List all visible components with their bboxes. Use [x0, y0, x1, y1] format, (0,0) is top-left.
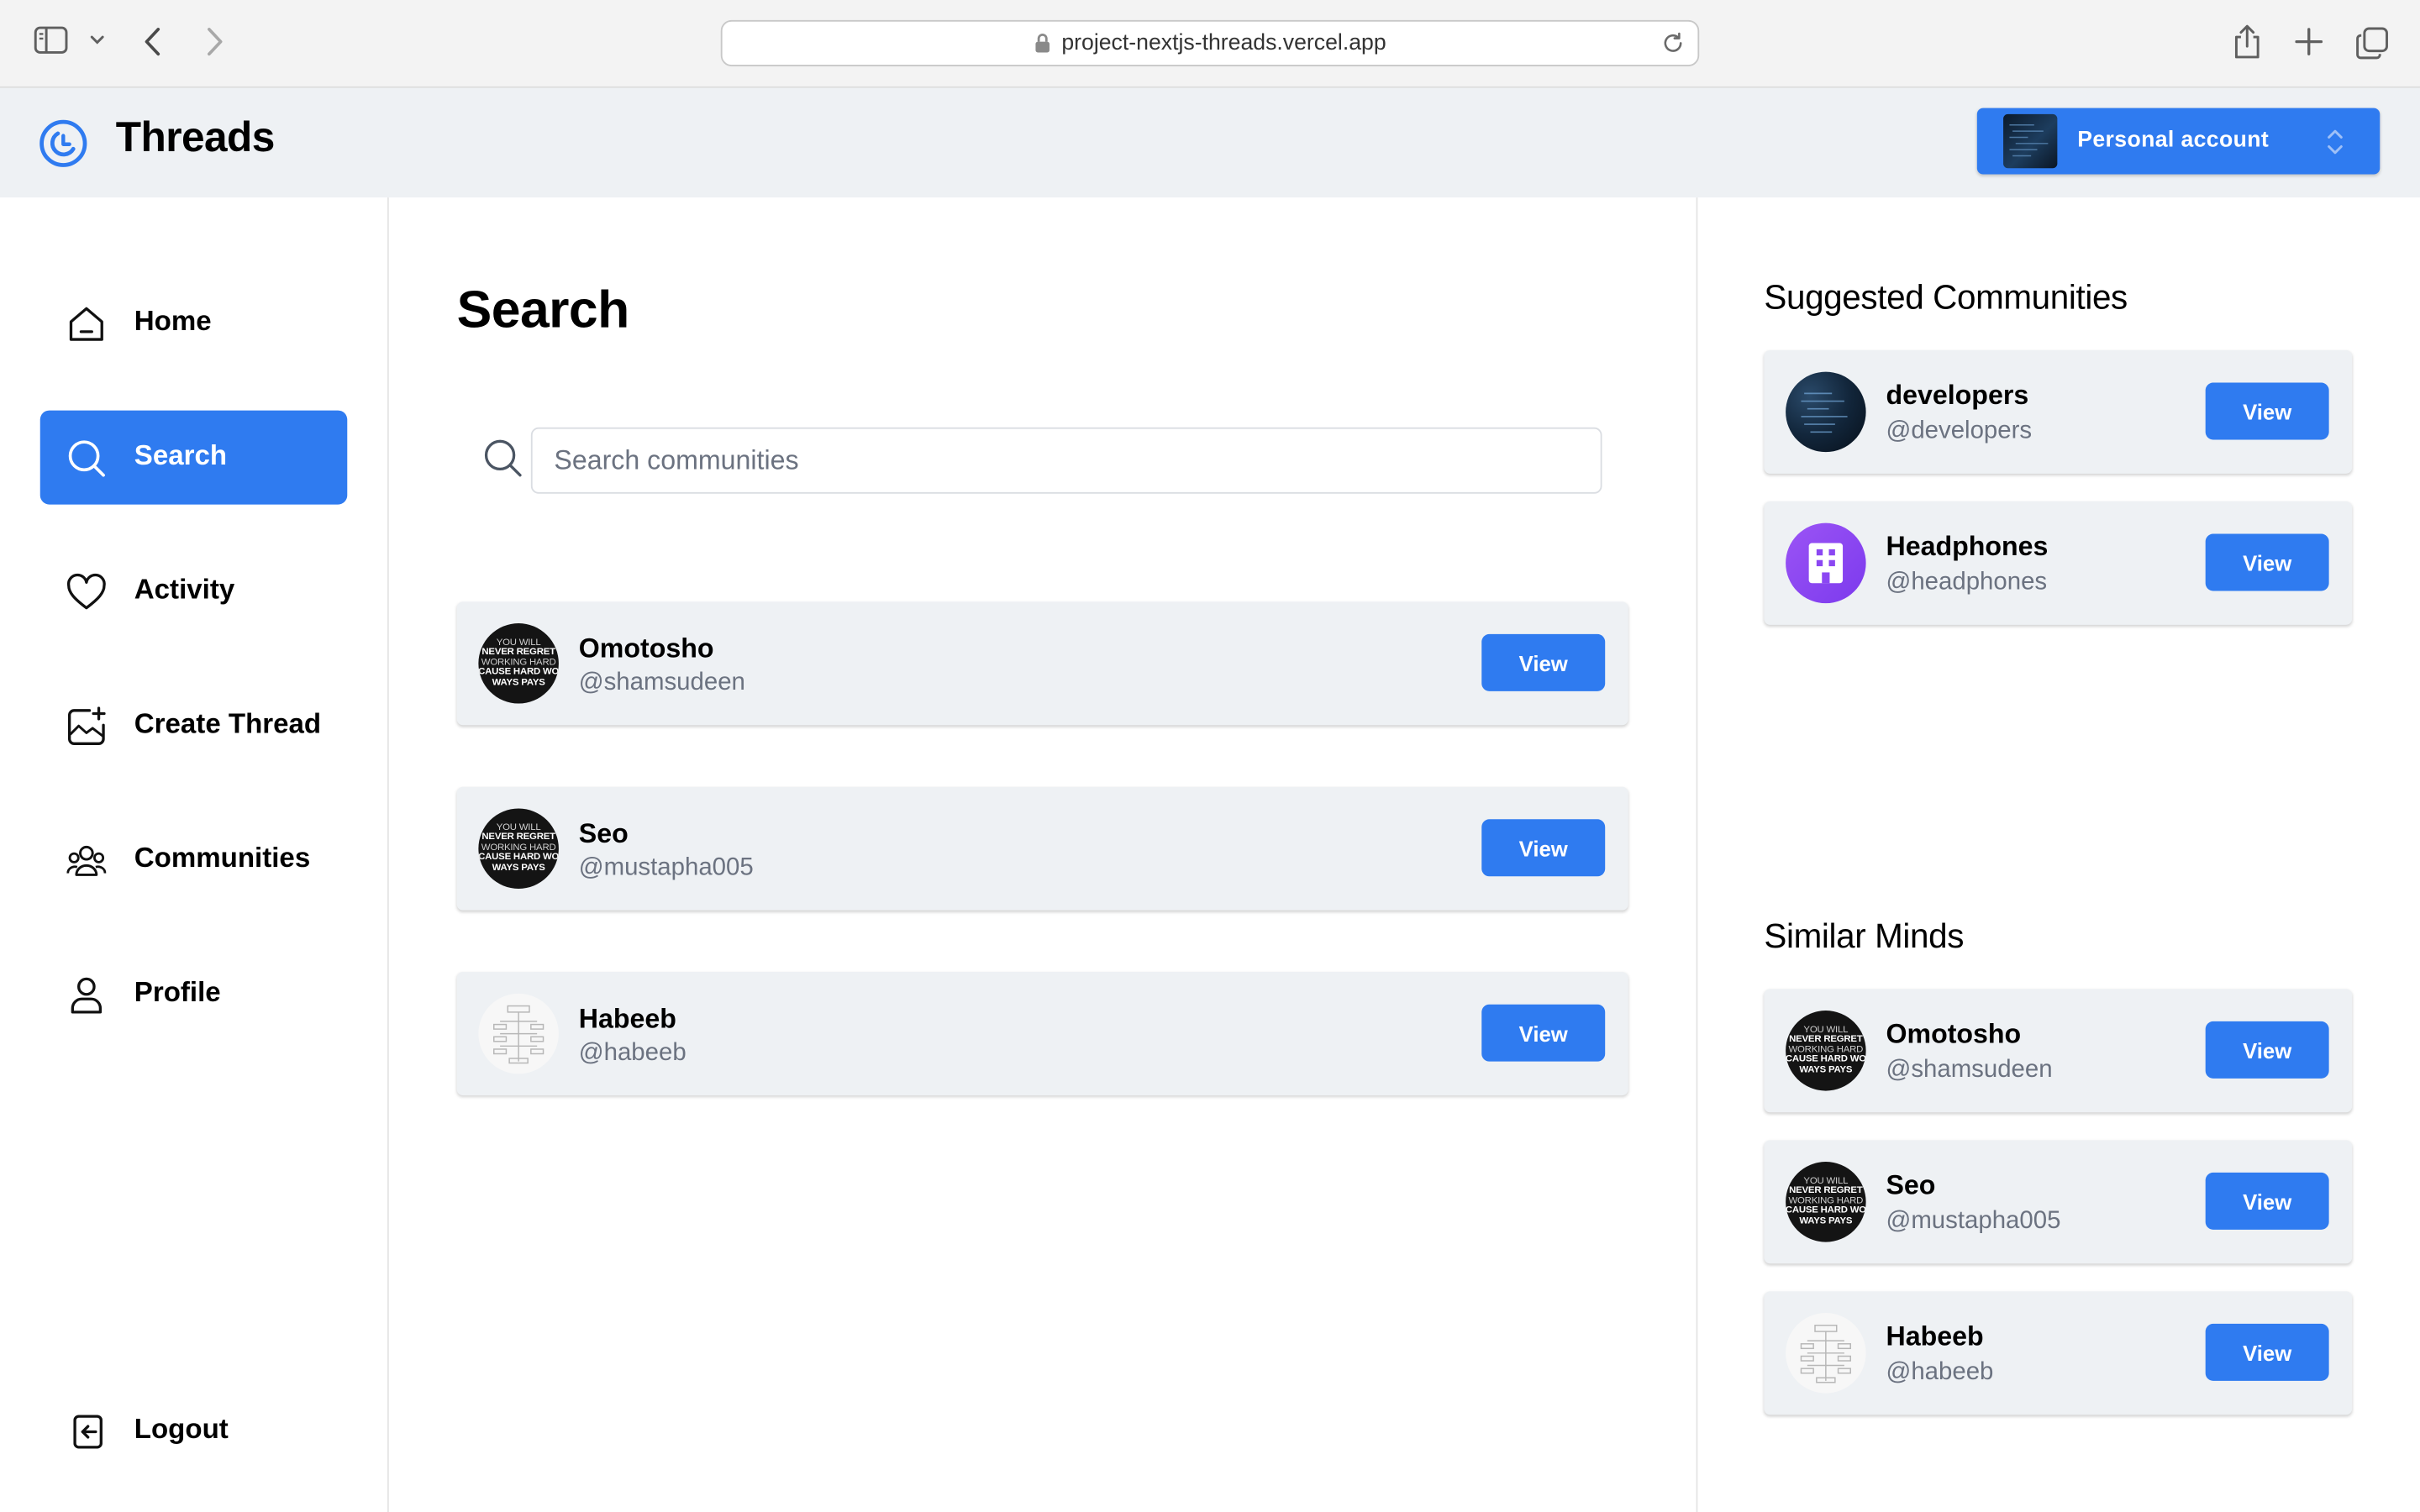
user-card: YOU WILL NEVER REGRET WORKING HARD CAUSE…: [1764, 989, 2353, 1113]
lock-icon: [1034, 33, 1050, 55]
user-avatar[interactable]: YOU WILL NEVER REGRET WORKING HARD CAUSE…: [478, 808, 559, 889]
sidebar-item-create-thread[interactable]: Create Thread: [40, 679, 348, 773]
user-name: Habeeb: [1886, 1320, 1984, 1352]
main-content: Search YOU WILL NEVER REGRET WORKING HAR…: [388, 197, 1698, 1512]
view-button[interactable]: View: [2205, 1323, 2329, 1381]
sidebar-item-label: Profile: [134, 976, 221, 1008]
user-handle: @habeeb: [1886, 1359, 1994, 1386]
community-handle: @developers: [1886, 417, 2033, 444]
user-handle: @shamsudeen: [1886, 1057, 2053, 1084]
user-handle: @shamsudeen: [578, 669, 745, 696]
tabs-overview-icon[interactable]: [2355, 26, 2389, 60]
community-name: Headphones: [1886, 530, 2049, 562]
forward-icon[interactable]: [205, 26, 224, 57]
user-icon: [65, 974, 108, 1016]
user-avatar[interactable]: YOU WILL NEVER REGRET WORKING HARD CAUSE…: [1786, 1162, 1866, 1242]
view-button[interactable]: View: [2205, 1021, 2329, 1079]
new-tab-icon[interactable]: [2295, 28, 2323, 55]
communities-icon: [65, 839, 108, 882]
search-icon: [483, 438, 523, 486]
community-card: developers @developers View: [1764, 349, 2353, 474]
logout-label: Logout: [134, 1413, 229, 1445]
search-result-card: YOU WILL NEVER REGRET WORKING HARD CAUSE…: [456, 786, 1628, 911]
view-button[interactable]: View: [1481, 819, 1606, 877]
page-title: Search: [456, 281, 630, 340]
community-handle: @headphones: [1886, 569, 2048, 596]
account-avatar: [2003, 113, 2058, 169]
view-button[interactable]: View: [1481, 633, 1606, 691]
sidebar-toggle-icon[interactable]: [34, 26, 68, 54]
user-handle: @habeeb: [578, 1039, 687, 1067]
left-sidebar: Home Search Activity Create Thread Commu…: [0, 197, 389, 1512]
user-name: Seo: [1886, 1169, 1936, 1200]
search-result-card: YOU WILL NEVER REGRET WORKING HARD CAUSE…: [456, 601, 1628, 726]
user-avatar[interactable]: [478, 993, 559, 1074]
heart-icon: [65, 571, 108, 614]
home-icon: [65, 302, 108, 345]
reload-icon[interactable]: [1660, 31, 1685, 62]
browser-toolbar: project-nextjs-threads.vercel.app: [0, 0, 2420, 88]
sidebar-item-label: Create Thread: [134, 708, 322, 739]
logout-icon: [65, 1410, 108, 1453]
brand-name[interactable]: Threads: [116, 114, 276, 162]
sidebar-item-label: Home: [134, 305, 212, 337]
view-button[interactable]: View: [2205, 533, 2329, 591]
view-button[interactable]: View: [2205, 382, 2329, 440]
user-name: Omotosho: [1886, 1018, 2022, 1049]
create-thread-icon: [65, 705, 108, 748]
sidebar-item-communities[interactable]: Communities: [40, 813, 348, 907]
back-icon[interactable]: [144, 26, 162, 57]
right-sidebar: Suggested Communities developers @develo…: [1697, 197, 2420, 1512]
user-avatar[interactable]: YOU WILL NEVER REGRET WORKING HARD CAUSE…: [478, 623, 559, 704]
account-switcher[interactable]: Personal account: [1976, 108, 2381, 175]
community-avatar[interactable]: [1786, 371, 1866, 453]
chevron-down-icon[interactable]: [90, 34, 105, 46]
search-input[interactable]: [530, 427, 1602, 494]
user-handle: @mustapha005: [1886, 1208, 2061, 1235]
community-card: Headphones @headphones View: [1764, 501, 2353, 625]
user-avatar[interactable]: [1786, 1313, 1866, 1394]
user-avatar[interactable]: YOU WILL NEVER REGRET WORKING HARD CAUSE…: [1786, 1011, 1866, 1091]
share-icon[interactable]: [2232, 24, 2263, 60]
similar-minds-title: Similar Minds: [1764, 916, 1965, 955]
sidebar-item-activity[interactable]: Activity: [40, 544, 348, 638]
building-icon[interactable]: [1786, 522, 1866, 604]
sidebar-item-profile[interactable]: Profile: [40, 948, 348, 1042]
view-button[interactable]: View: [2205, 1172, 2329, 1230]
user-name: Omotosho: [578, 633, 714, 664]
sidebar-item-label: Activity: [134, 574, 235, 605]
sidebar-item-home[interactable]: Home: [40, 276, 348, 370]
url-text: project-nextjs-threads.vercel.app: [1061, 30, 1386, 56]
user-handle: @mustapha005: [578, 854, 754, 881]
sidebar-item-search[interactable]: Search: [39, 410, 348, 505]
user-card: Habeeb @habeeb View: [1764, 1291, 2353, 1415]
logout-button[interactable]: Logout: [40, 1384, 348, 1478]
sidebar-item-label: Search: [134, 439, 228, 471]
search-icon: [65, 437, 108, 480]
view-button[interactable]: View: [1481, 1004, 1606, 1062]
community-name: developers: [1886, 379, 2029, 411]
user-name: Seo: [578, 817, 629, 849]
suggested-communities-title: Suggested Communities: [1764, 277, 2128, 317]
app-header: Threads Personal account: [0, 87, 2420, 198]
threads-logo-icon[interactable]: [39, 118, 88, 176]
address-bar[interactable]: project-nextjs-threads.vercel.app: [720, 19, 1700, 66]
user-card: YOU WILL NEVER REGRET WORKING HARD CAUSE…: [1764, 1140, 2353, 1264]
sidebar-item-label: Communities: [134, 842, 311, 874]
search-result-card: Habeeb @habeeb View: [456, 972, 1628, 1096]
user-name: Habeeb: [578, 1002, 676, 1034]
page: project-nextjs-threads.vercel.app Thread…: [0, 0, 2420, 1512]
account-label: Personal account: [2077, 128, 2270, 153]
chevron-up-down-icon: [2326, 125, 2344, 167]
